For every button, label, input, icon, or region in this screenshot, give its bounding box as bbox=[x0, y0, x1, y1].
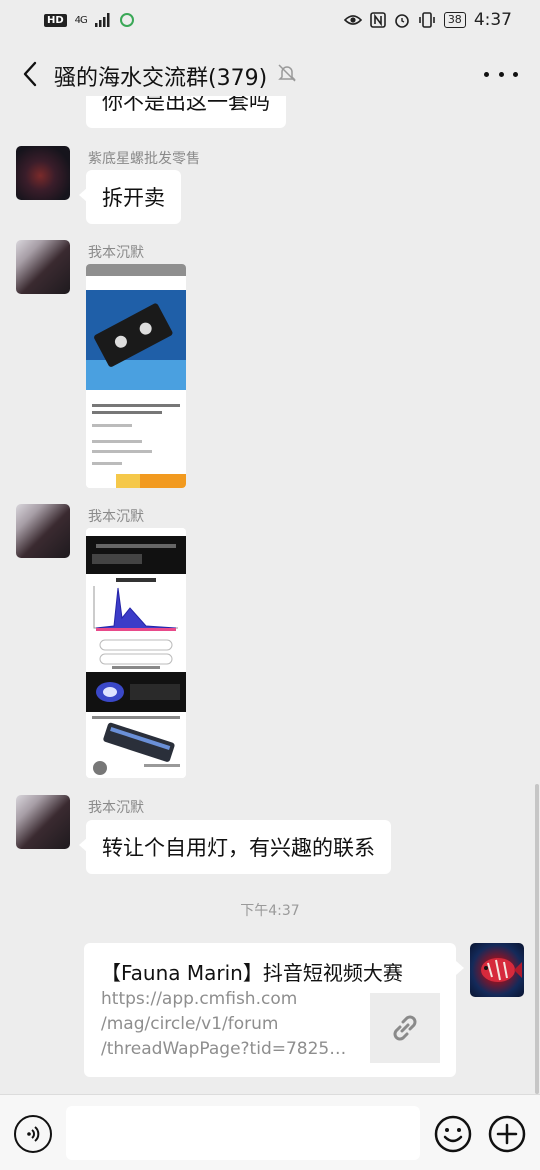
status-left: HD 4G bbox=[44, 12, 135, 28]
message-bubble[interactable]: 转让个自用灯，有兴趣的联系 bbox=[79, 820, 391, 874]
more-button[interactable] bbox=[484, 64, 518, 84]
my-avatar[interactable] bbox=[470, 943, 524, 997]
eye-icon bbox=[343, 15, 362, 25]
link-card-url-line: /threadWapPage?tid=78256... bbox=[101, 1039, 353, 1059]
sender-name: 紫底星螺批发零售 bbox=[88, 151, 200, 167]
link-card-url-line: https://app.cmfish.com bbox=[101, 989, 298, 1009]
scrollbar[interactable] bbox=[535, 784, 539, 1094]
product-screenshot-image bbox=[86, 264, 186, 488]
vibrate-icon bbox=[419, 12, 435, 28]
link-card-url-line: /mag/circle/v1/forum bbox=[101, 1014, 279, 1034]
light-spec-image bbox=[86, 528, 186, 778]
voice-icon bbox=[27, 1126, 40, 1142]
image-message[interactable] bbox=[86, 264, 186, 488]
emoji-icon[interactable] bbox=[434, 1115, 472, 1153]
hd-badge: HD bbox=[44, 13, 67, 27]
link-icon bbox=[393, 1015, 417, 1041]
alarm-icon bbox=[395, 14, 409, 28]
message-timestamp: 下午4:37 bbox=[240, 903, 300, 919]
sender-name: 我本沉默 bbox=[88, 245, 144, 261]
nfc-icon bbox=[370, 12, 386, 28]
network-type: 4G bbox=[74, 14, 88, 26]
message-input[interactable] bbox=[66, 1106, 420, 1160]
link-card-title: 【Fauna Marin】抖音短视频大赛 bbox=[101, 961, 403, 985]
input-bar bbox=[0, 1094, 540, 1170]
message-list[interactable]: 你不是出这一套吗 紫底星螺批发零售 拆开卖 我本沉默 我本沉默 我本沉默 转让个… bbox=[0, 96, 540, 1094]
avatar[interactable] bbox=[16, 795, 70, 849]
avatar[interactable] bbox=[16, 504, 70, 558]
signal-icon bbox=[94, 13, 110, 27]
message-bubble[interactable]: 你不是出这一套吗 bbox=[86, 96, 286, 128]
chat-title: 骚的海水交流群(379) bbox=[54, 66, 268, 91]
avatar[interactable] bbox=[16, 240, 70, 294]
avatar[interactable] bbox=[16, 146, 70, 200]
image-message[interactable] bbox=[86, 528, 186, 778]
voice-button[interactable] bbox=[14, 1115, 52, 1153]
status-right: 38 4:37 bbox=[343, 10, 512, 30]
battery-indicator: 38 bbox=[443, 12, 466, 28]
app-status-icon bbox=[119, 13, 134, 27]
back-arrow-icon bbox=[23, 61, 37, 87]
back-button[interactable] bbox=[14, 56, 46, 92]
status-bar: HD 4G 38 4:37 bbox=[0, 0, 540, 40]
fish-avatar-image bbox=[481, 958, 522, 982]
message-bubble[interactable]: 拆开卖 bbox=[79, 170, 181, 224]
sender-name: 我本沉默 bbox=[88, 509, 144, 525]
link-card-message[interactable]: 【Fauna Marin】抖音短视频大赛 https://app.cmfish.… bbox=[84, 943, 464, 1077]
plus-icon[interactable] bbox=[488, 1115, 526, 1153]
more-icon bbox=[484, 71, 489, 77]
status-time: 4:37 bbox=[473, 10, 512, 30]
link-card-thumbnail bbox=[370, 993, 440, 1063]
sender-name: 我本沉默 bbox=[88, 800, 144, 816]
mute-bell-icon bbox=[278, 64, 296, 82]
